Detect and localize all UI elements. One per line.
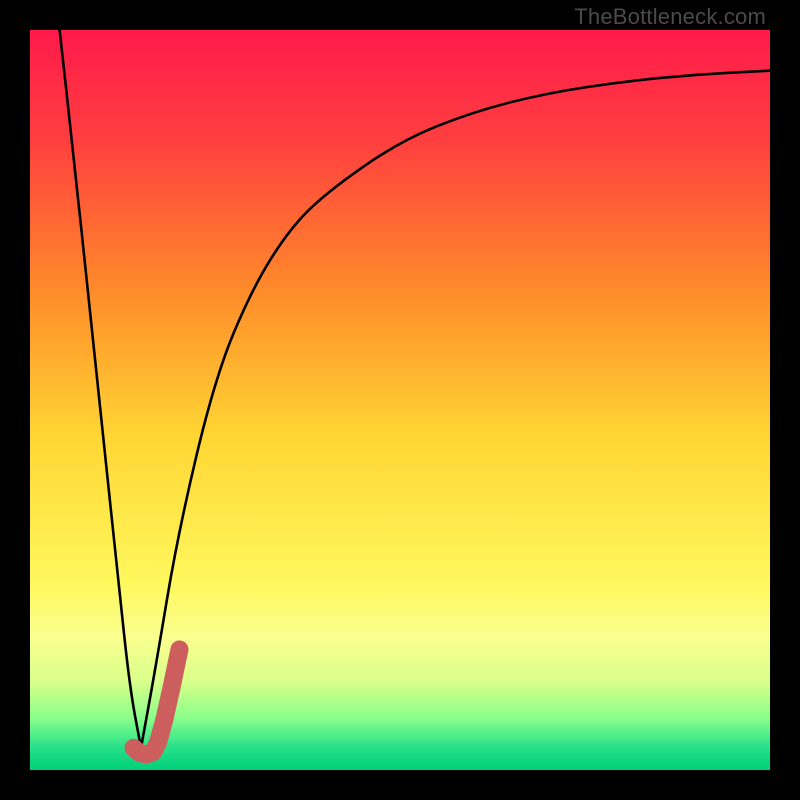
curve-left-branch [60, 30, 141, 748]
plot-area [30, 30, 770, 770]
curve-layer [30, 30, 770, 770]
curve-right-branch [141, 71, 770, 748]
watermark-text: TheBottleneck.com [574, 4, 766, 30]
outer-frame: TheBottleneck.com [0, 0, 800, 800]
